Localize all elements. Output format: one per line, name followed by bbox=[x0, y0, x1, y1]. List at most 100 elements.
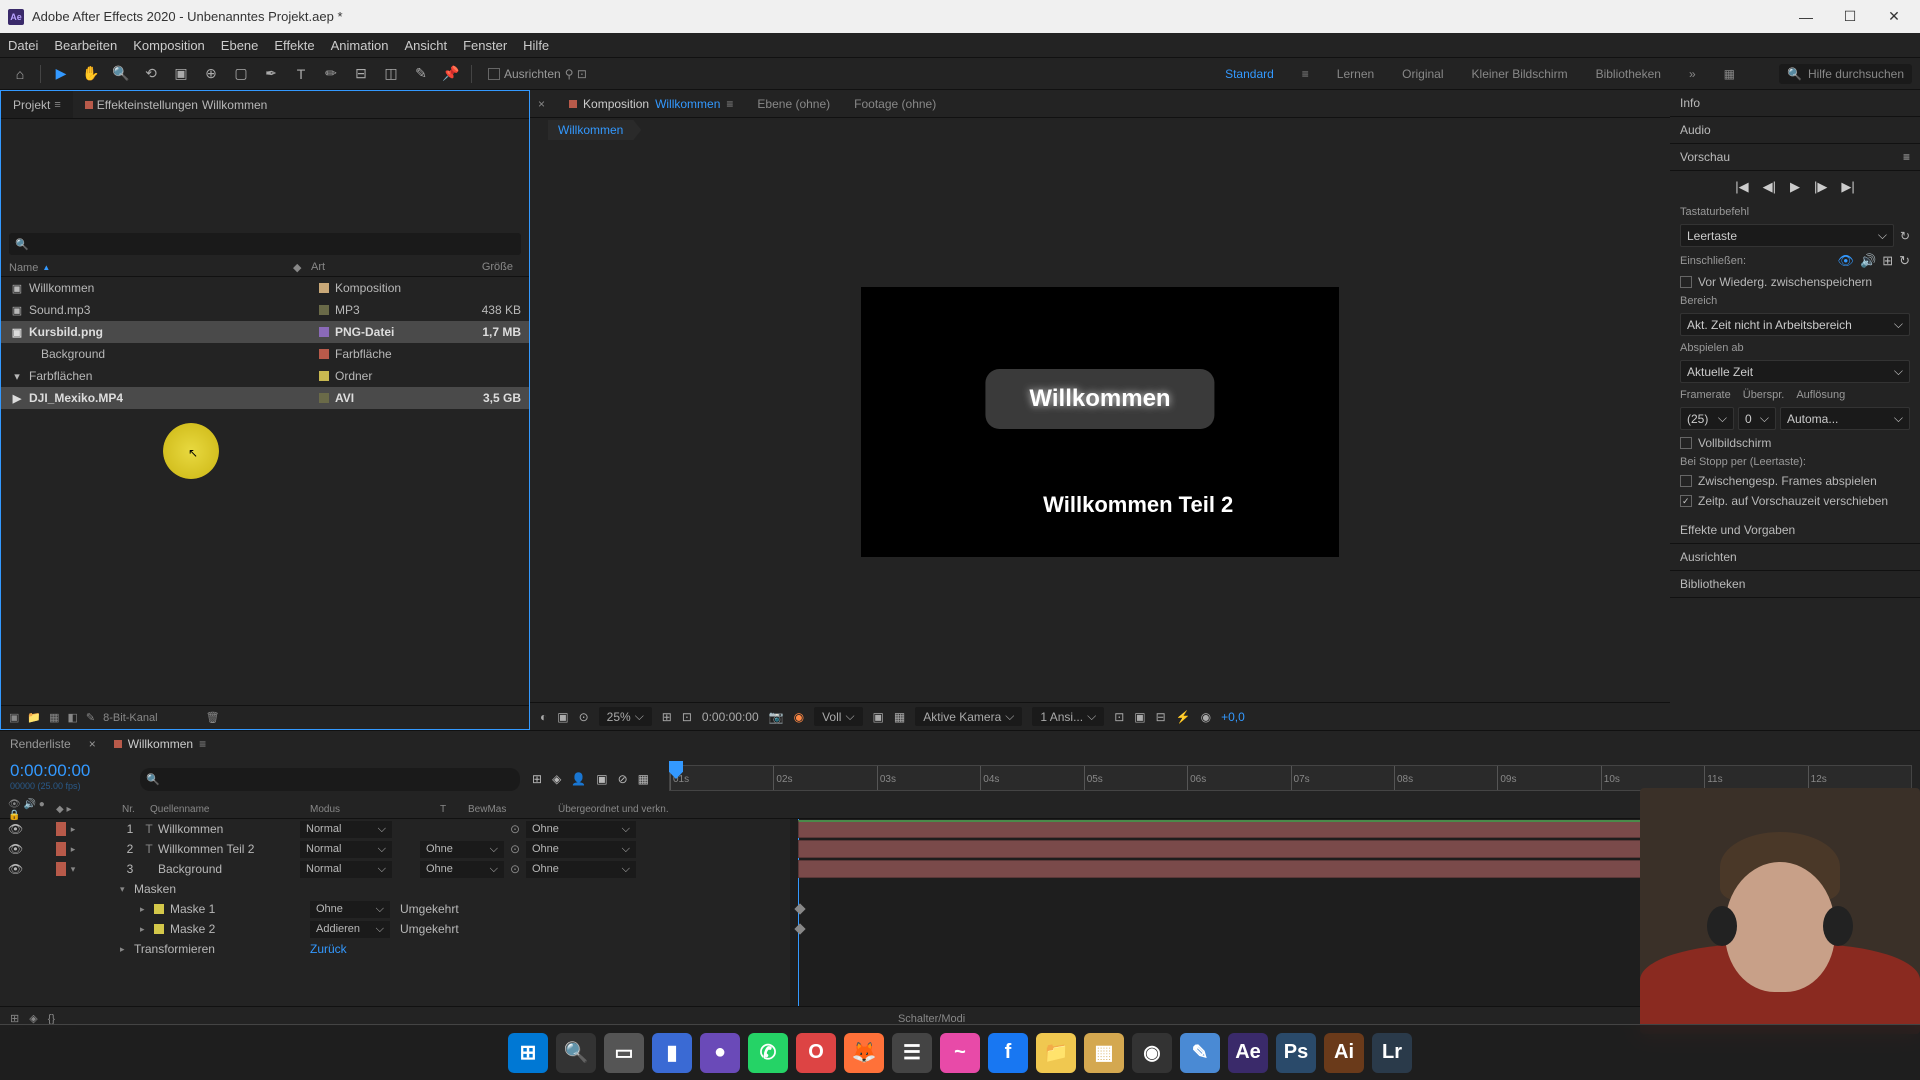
resolution-dropdown[interactable]: Voll⌵ bbox=[814, 707, 862, 726]
reset-icon[interactable]: ↻ bbox=[1900, 229, 1910, 243]
menu-komposition[interactable]: Komposition bbox=[133, 38, 205, 53]
timeline-icon[interactable]: ◉ bbox=[1201, 710, 1211, 724]
interpret-icon[interactable]: ▣ bbox=[9, 711, 19, 724]
graph-editor-icon[interactable]: ▦ bbox=[638, 772, 649, 786]
taskbar-app-icon[interactable]: Lr bbox=[1372, 1033, 1412, 1073]
comp-mini-flowchart-icon[interactable]: ⊞ bbox=[532, 772, 542, 786]
workspace-bibliotheken[interactable]: Bibliotheken bbox=[1596, 67, 1661, 81]
layer-row[interactable]: 👁▾3BackgroundNormal⌵Ohne⌵⊙Ohne⌵ bbox=[0, 859, 790, 879]
taskbar-app-icon[interactable]: 📁 bbox=[1036, 1033, 1076, 1073]
project-search-input[interactable] bbox=[9, 233, 521, 255]
composition-viewer[interactable]: Willkommen Willkommen Teil 2 bbox=[530, 142, 1670, 702]
roto-tool-icon[interactable]: ✎ bbox=[409, 62, 433, 86]
project-item[interactable]: ▣Sound.mp3MP3438 KB bbox=[1, 299, 529, 321]
panel-info[interactable]: Info bbox=[1680, 96, 1700, 110]
script-icon[interactable]: ✎ bbox=[86, 711, 95, 724]
shortcut-dropdown[interactable]: Leertaste⌵ bbox=[1680, 224, 1894, 247]
project-item[interactable]: ▣WillkommenKomposition bbox=[1, 277, 529, 299]
shape-tool-icon[interactable]: ▢ bbox=[229, 62, 253, 86]
orbit-tool-icon[interactable]: ⟲ bbox=[139, 62, 163, 86]
tab-komposition[interactable]: KompositionWillkommen≡ bbox=[569, 97, 733, 111]
tab-footage[interactable]: Footage (ohne) bbox=[854, 97, 936, 111]
alpha-icon[interactable]: ◐ bbox=[540, 710, 547, 724]
mask-row[interactable]: ▸Maske 2Addieren⌵Umgekehrt bbox=[0, 919, 790, 939]
menu-ansicht[interactable]: Ansicht bbox=[404, 38, 447, 53]
text-tool-icon[interactable]: T bbox=[289, 62, 313, 86]
menu-datei[interactable]: Datei bbox=[8, 38, 38, 53]
taskbar-app-icon[interactable]: ▭ bbox=[604, 1033, 644, 1073]
cache-checkbox[interactable] bbox=[1680, 276, 1692, 288]
camera-dropdown[interactable]: Aktive Kamera⌵ bbox=[915, 707, 1022, 726]
taskbar-app-icon[interactable]: Ps bbox=[1276, 1033, 1316, 1073]
res-icon[interactable]: ▣ bbox=[557, 710, 568, 724]
panel-effekte[interactable]: Effekte und Vorgaben bbox=[1680, 523, 1795, 537]
taskbar-app-icon[interactable]: ⊞ bbox=[508, 1033, 548, 1073]
resolution-preview-dropdown[interactable]: Automa...⌵ bbox=[1780, 407, 1910, 430]
workspace-more-icon[interactable]: » bbox=[1689, 67, 1696, 81]
layer-row[interactable]: 👁▸1TWillkommenNormal⌵⊙Ohne⌵ bbox=[0, 819, 790, 839]
fullscreen-checkbox[interactable] bbox=[1680, 437, 1692, 449]
adjust-icon[interactable]: ◧ bbox=[68, 711, 78, 724]
taskbar-app-icon[interactable]: ▮ bbox=[652, 1033, 692, 1073]
taskbar-app-icon[interactable]: ▦ bbox=[1084, 1033, 1124, 1073]
rotate-tool-icon[interactable]: ▣ bbox=[169, 62, 193, 86]
taskbar-app-icon[interactable]: 🦊 bbox=[844, 1033, 884, 1073]
prev-frame-icon[interactable]: ◀| bbox=[1763, 179, 1776, 195]
taskbar-app-icon[interactable]: f bbox=[988, 1033, 1028, 1073]
breadcrumb[interactable]: Willkommen bbox=[548, 120, 641, 140]
transparency-icon[interactable]: ▦ bbox=[894, 710, 905, 724]
pen-tool-icon[interactable]: ✒ bbox=[259, 62, 283, 86]
exposure-value[interactable]: +0,0 bbox=[1221, 710, 1245, 724]
selection-tool-icon[interactable]: ▶ bbox=[49, 62, 73, 86]
bit-depth[interactable]: 8-Bit-Kanal bbox=[103, 712, 157, 724]
help-search[interactable]: 🔍Hilfe durchsuchen bbox=[1779, 64, 1912, 84]
menu-bearbeiten[interactable]: Bearbeiten bbox=[54, 38, 117, 53]
menu-animation[interactable]: Animation bbox=[331, 38, 389, 53]
region-icon[interactable]: ▣ bbox=[873, 710, 884, 724]
taskbar-app-icon[interactable]: 🔍 bbox=[556, 1033, 596, 1073]
viewer-time[interactable]: 0:00:00:00 bbox=[702, 710, 759, 724]
cached-frames-checkbox[interactable] bbox=[1680, 475, 1692, 487]
workspace-grid-icon[interactable]: ▦ bbox=[1724, 67, 1735, 81]
guides-icon[interactable]: ⊡ bbox=[682, 710, 692, 724]
play-icon[interactable]: ▶ bbox=[1790, 179, 1800, 195]
menu-effekte[interactable]: Effekte bbox=[274, 38, 314, 53]
transform-group[interactable]: ▸TransformierenZurück bbox=[0, 939, 790, 959]
framerate-dropdown[interactable]: (25)⌵ bbox=[1680, 407, 1734, 430]
view2-icon[interactable]: ▣ bbox=[1134, 710, 1145, 724]
tab-ebene[interactable]: Ebene (ohne) bbox=[757, 97, 830, 111]
last-frame-icon[interactable]: ▶| bbox=[1841, 179, 1854, 195]
col-name-header[interactable]: Name bbox=[9, 262, 38, 274]
project-item[interactable]: ▶DJI_Mexiko.MP4AVI3,5 GB bbox=[1, 387, 529, 409]
folder-icon[interactable]: 📁 bbox=[27, 711, 41, 724]
panel-audio[interactable]: Audio bbox=[1680, 123, 1711, 137]
range-dropdown[interactable]: Akt. Zeit nicht in Arbeitsbereich⌵ bbox=[1680, 313, 1910, 336]
project-item[interactable]: ▣Kursbild.pngPNG-Datei1,7 MB bbox=[1, 321, 529, 343]
menu-fenster[interactable]: Fenster bbox=[463, 38, 507, 53]
taskbar-app-icon[interactable]: Ae bbox=[1228, 1033, 1268, 1073]
layer-row[interactable]: 👁▸2TWillkommen Teil 2Normal⌵Ohne⌵⊙Ohne⌵ bbox=[0, 839, 790, 859]
taskbar-app-icon[interactable]: Ai bbox=[1324, 1033, 1364, 1073]
audio-icon[interactable]: 🔊 bbox=[1860, 253, 1876, 269]
home-icon[interactable]: ⌂ bbox=[8, 62, 32, 86]
tab-renderliste[interactable]: Renderliste bbox=[10, 737, 71, 751]
taskbar-app-icon[interactable]: ◉ bbox=[1132, 1033, 1172, 1073]
panel-ausrichten[interactable]: Ausrichten bbox=[1680, 550, 1737, 564]
trash-icon[interactable]: 🗑 bbox=[206, 711, 220, 724]
fast-preview-icon[interactable]: ⚡ bbox=[1176, 710, 1191, 724]
workspace-lernen[interactable]: Lernen bbox=[1337, 67, 1374, 81]
mask-icon[interactable]: ⊙ bbox=[579, 710, 589, 724]
skip-dropdown[interactable]: 0⌵ bbox=[1738, 407, 1776, 430]
timeline-search-input[interactable] bbox=[140, 768, 520, 791]
eraser-tool-icon[interactable]: ◫ bbox=[379, 62, 403, 86]
workspace-standard[interactable]: Standard bbox=[1225, 67, 1274, 81]
brush-tool-icon[interactable]: ✏ bbox=[319, 62, 343, 86]
playfrom-dropdown[interactable]: Aktuelle Zeit⌵ bbox=[1680, 360, 1910, 383]
taskbar-app-icon[interactable]: ● bbox=[700, 1033, 740, 1073]
hand-tool-icon[interactable]: ✋ bbox=[79, 62, 103, 86]
panel-vorschau[interactable]: Vorschau bbox=[1680, 150, 1730, 164]
tab-effekteinstellungen[interactable]: EffekteinstellungenWillkommen bbox=[73, 91, 280, 118]
mask-row[interactable]: ▸Maske 1Ohne⌵Umgekehrt bbox=[0, 899, 790, 919]
col-size-header[interactable]: Größe bbox=[451, 261, 521, 274]
first-frame-icon[interactable]: |◀ bbox=[1735, 179, 1748, 195]
